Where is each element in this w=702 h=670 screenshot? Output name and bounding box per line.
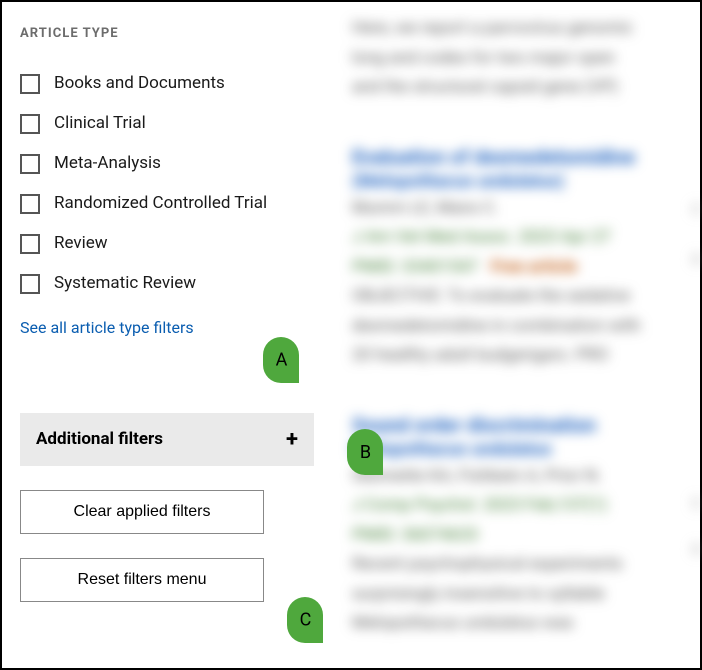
additional-filters-toggle[interactable]: Additional filters + bbox=[20, 413, 314, 466]
checkbox-label: Meta-Analysis bbox=[54, 152, 161, 174]
article-type-list: Books and Documents Clinical Trial Meta-… bbox=[20, 63, 314, 304]
checkbox-icon[interactable] bbox=[20, 114, 40, 134]
see-all-article-type-link[interactable]: See all article type filters bbox=[20, 318, 194, 337]
checkbox-label: Randomized Controlled Trial bbox=[54, 192, 267, 214]
checkbox-icon[interactable] bbox=[20, 74, 40, 94]
plus-icon: + bbox=[286, 427, 298, 452]
annotation-c: C bbox=[287, 597, 323, 643]
filter-books-documents[interactable]: Books and Documents bbox=[20, 63, 314, 103]
checkbox-label: Clinical Trial bbox=[54, 112, 146, 134]
search-results-blurred: Here, we report a parvovirus genomic lon… bbox=[332, 2, 700, 668]
annotation-a: A bbox=[263, 337, 299, 383]
section-heading-article-type: ARTICLE TYPE bbox=[20, 26, 314, 41]
annotation-b: B bbox=[347, 429, 383, 475]
additional-filters-label: Additional filters bbox=[36, 429, 163, 449]
filter-systematic-review[interactable]: Systematic Review bbox=[20, 263, 314, 303]
checkbox-icon[interactable] bbox=[20, 194, 40, 214]
checkbox-icon[interactable] bbox=[20, 274, 40, 294]
filter-randomized-controlled-trial[interactable]: Randomized Controlled Trial bbox=[20, 183, 314, 223]
checkbox-label: Review bbox=[54, 232, 108, 254]
checkbox-label: Books and Documents bbox=[54, 72, 225, 94]
checkbox-icon[interactable] bbox=[20, 234, 40, 254]
filter-clinical-trial[interactable]: Clinical Trial bbox=[20, 103, 314, 143]
checkbox-icon[interactable] bbox=[20, 154, 40, 174]
filter-review[interactable]: Review bbox=[20, 223, 314, 263]
reset-filters-menu-button[interactable]: Reset filters menu bbox=[20, 558, 264, 602]
checkbox-label: Systematic Review bbox=[54, 272, 196, 294]
filters-sidebar: ARTICLE TYPE Books and Documents Clinica… bbox=[2, 2, 332, 668]
clear-applied-filters-button[interactable]: Clear applied filters bbox=[20, 490, 264, 534]
filter-meta-analysis[interactable]: Meta-Analysis bbox=[20, 143, 314, 183]
